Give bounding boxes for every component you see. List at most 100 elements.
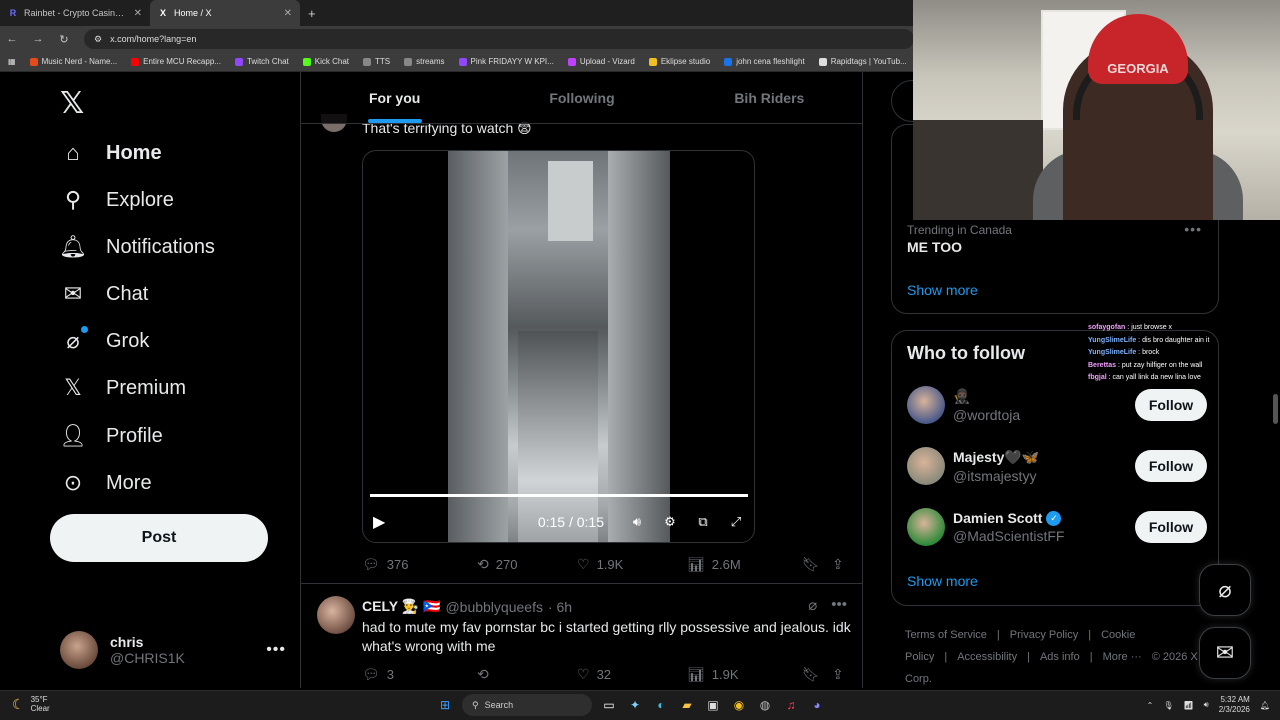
sidebar-item-premium[interactable]: 𝕏 Premium	[60, 368, 186, 408]
more-dots-icon[interactable]: •••	[1184, 221, 1202, 237]
tab-bih-riders[interactable]: Bih Riders	[676, 72, 862, 123]
views-button[interactable]: 📊︎ 1.9K	[687, 666, 802, 683]
footer-link[interactable]: Privacy Policy	[1010, 629, 1078, 641]
chevron-up-icon[interactable]: ⌃	[1147, 701, 1154, 710]
sidebar-item-explore[interactable]: ⚲ Explore	[60, 180, 174, 220]
show-more-link[interactable]: Show more	[907, 573, 978, 589]
footer-link[interactable]: Accessibility	[957, 651, 1017, 663]
repost-button[interactable]: ⟲	[477, 666, 577, 683]
follow-suggestion-row[interactable]: Majesty🖤🦋 @itsmajestyy Follow	[907, 442, 1207, 490]
discord-icon[interactable]: ◕	[808, 696, 826, 714]
bookmark-item[interactable]: Pink FRIDAYY W KPI...	[458, 57, 554, 66]
reply-button[interactable]: 💬︎ 3	[362, 666, 477, 683]
bookmark-item[interactable]: Twitch Chat	[234, 57, 289, 66]
author-name[interactable]: CELY 👨‍🍳 🇵🇷	[362, 598, 440, 615]
url-field[interactable]: ⚙ x.com/home?lang=en	[84, 29, 914, 49]
fullscreen-icon[interactable]: ⤢	[726, 514, 746, 530]
chrome-icon[interactable]: ◉	[730, 696, 748, 714]
file-explorer-icon[interactable]: ▰	[678, 696, 696, 714]
like-button[interactable]: ♡ 1.9K	[577, 556, 687, 573]
avatar[interactable]	[317, 596, 355, 634]
account-switcher[interactable]: chris @CHRIS1K •••	[60, 628, 286, 672]
avatar[interactable]	[907, 508, 945, 546]
sidebar-item-more[interactable]: ⊙ More	[60, 463, 152, 503]
trend-name[interactable]: ME TOO	[907, 239, 962, 255]
bookmark-item[interactable]: streams	[404, 57, 445, 66]
clock[interactable]: 5:32 AM 2/3/2026	[1219, 695, 1250, 715]
follow-suggestion-row[interactable]: Damien Scott ✓ @MadScientistFF Follow	[907, 503, 1207, 551]
close-tab-icon[interactable]: ✕	[284, 8, 292, 19]
site-info-icon[interactable]: ⚙	[94, 34, 102, 45]
store-icon[interactable]: ▣	[704, 696, 722, 714]
copilot-icon[interactable]: ✦	[626, 696, 644, 714]
task-view-icon[interactable]: ▭	[600, 696, 618, 714]
reload-icon[interactable]: ↻	[58, 33, 70, 46]
avatar[interactable]	[907, 447, 945, 485]
bookmark-button[interactable]: 🔖︎	[802, 556, 832, 573]
sidebar-item-chat[interactable]: ✉ Chat	[60, 274, 148, 314]
browser-tab-rainbet[interactable]: R Rainbet - Crypto Casino & Spo ✕	[0, 0, 150, 26]
share-button[interactable]: ⇪	[832, 556, 844, 573]
tweet[interactable]: That's terrifying to watch 😨 ▶ 0:15 / 0:…	[301, 112, 862, 584]
bookmark-item[interactable]: Rapidtags | YouTub...	[818, 57, 907, 66]
settings-gear-icon[interactable]: ⚙	[660, 514, 680, 530]
sidebar-item-home[interactable]: ⌂ Home	[60, 133, 161, 173]
more-dots-icon[interactable]: •••	[266, 641, 286, 659]
volume-icon[interactable]: 🔊︎	[1204, 700, 1209, 710]
sidebar-item-profile[interactable]: 👤︎ Profile	[59, 416, 163, 456]
app-icon[interactable]: ◍	[756, 696, 774, 714]
post-button[interactable]: Post	[50, 514, 268, 562]
video-player[interactable]: ▶ 0:15 / 0:15 🔊︎ ⚙ ⧉ ⤢	[362, 150, 755, 543]
follow-button[interactable]: Follow	[1135, 511, 1207, 543]
bookmark-item[interactable]: john cena fleshlight	[724, 57, 805, 66]
windows-start-icon[interactable]: ⊞	[436, 696, 454, 714]
bookmark-item[interactable]: TTS	[362, 57, 390, 66]
views-button[interactable]: 📊︎ 2.6M	[687, 556, 802, 573]
video-progress-bar[interactable]	[370, 494, 748, 497]
follow-suggestion-row[interactable]: 🥷🏿 @wordtoja Follow	[907, 381, 1207, 429]
scrollbar[interactable]	[1273, 394, 1278, 424]
author-handle[interactable]: @bubblyqueefs	[445, 599, 543, 615]
apps-grid-icon[interactable]: ▦	[8, 57, 16, 66]
bookmark-item[interactable]: Upload - Vizard	[567, 57, 635, 66]
more-dots-icon[interactable]: •••	[831, 596, 847, 614]
follow-button[interactable]: Follow	[1135, 389, 1207, 421]
footer-link[interactable]: More ···	[1103, 651, 1142, 663]
play-icon[interactable]: ▶	[373, 512, 385, 532]
tab-following[interactable]: Following	[488, 72, 675, 123]
like-button[interactable]: ♡ 32	[577, 666, 687, 683]
footer-link[interactable]: Ads info	[1040, 651, 1080, 663]
picture-in-picture-icon[interactable]: ⧉	[693, 514, 713, 530]
volume-icon[interactable]: 🔊︎	[627, 514, 647, 530]
bookmark-item[interactable]: Entire MCU Recapp...	[131, 57, 221, 66]
reply-button[interactable]: 💬︎ 376	[362, 556, 477, 573]
grok-fab-button[interactable]: ⌀	[1199, 564, 1251, 616]
notification-bell-icon[interactable]: 🔔︎	[1260, 701, 1270, 710]
bookmark-item[interactable]: Music Nerd - Name...	[29, 57, 117, 66]
sidebar-item-grok[interactable]: ⌀ Grok	[60, 321, 149, 361]
tweet[interactable]: CELY 👨‍🍳 🇵🇷 @bubblyqueefs · 6h ⌀ ••• had…	[301, 584, 862, 688]
new-tab-icon[interactable]: +	[308, 6, 316, 21]
sidebar-item-notifications[interactable]: 🔔︎ Notifications	[59, 227, 215, 267]
bookmark-item[interactable]: Eklipse studio	[648, 57, 710, 66]
browser-tab-x[interactable]: X Home / X ✕	[150, 0, 300, 26]
bookmark-item[interactable]: Kick Chat	[302, 57, 349, 66]
x-logo-icon[interactable]: 𝕏	[60, 86, 84, 121]
grok-icon[interactable]: ⌀	[808, 596, 817, 614]
microphone-icon[interactable]: 🎙︎	[1163, 701, 1173, 710]
tab-for-you[interactable]: For you	[301, 72, 488, 123]
edge-icon[interactable]: ◐	[652, 696, 670, 714]
follow-button[interactable]: Follow	[1135, 450, 1207, 482]
network-icon[interactable]: 📶︎	[1184, 701, 1194, 710]
close-tab-icon[interactable]: ✕	[134, 8, 142, 19]
forward-icon[interactable]: →	[32, 33, 44, 45]
share-button[interactable]: ⇪	[832, 666, 844, 683]
show-more-link[interactable]: Show more	[907, 282, 978, 298]
weather-widget[interactable]: ☾ 35°F Clear	[12, 695, 50, 713]
tweet-time[interactable]: · 6h	[548, 599, 572, 615]
music-icon[interactable]: ♫	[782, 696, 800, 714]
avatar[interactable]	[907, 386, 945, 424]
footer-link[interactable]: Terms of Service	[905, 629, 987, 641]
bookmark-button[interactable]: 🔖︎	[802, 666, 832, 683]
repost-button[interactable]: ⟲ 270	[477, 556, 577, 573]
